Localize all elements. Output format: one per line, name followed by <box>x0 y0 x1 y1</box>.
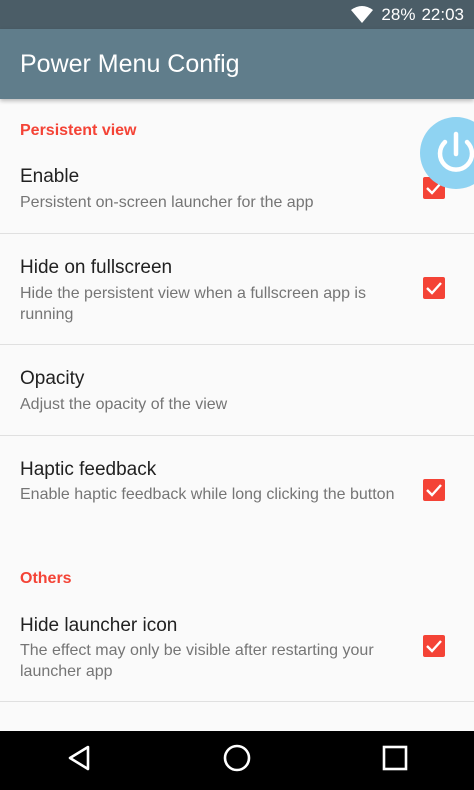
pref-summary: Adjust the opacity of the view <box>20 396 228 413</box>
hide-launcher-icon-checkbox[interactable] <box>423 635 445 657</box>
clock: 22:03 <box>421 4 464 24</box>
category-others: Others <box>20 570 72 587</box>
floating-power-button[interactable] <box>420 117 474 189</box>
recents-button[interactable] <box>365 731 425 790</box>
pref-title: Haptic feedback <box>20 459 157 480</box>
status-bar: 28% 22:03 <box>0 0 474 29</box>
navigation-bar <box>0 731 474 790</box>
haptic-feedback-checkbox[interactable] <box>423 479 445 501</box>
page-title: Power Menu Config <box>20 49 240 78</box>
back-icon <box>65 744 93 777</box>
settings-list[interactable]: Persistent view Enable Persistent on-scr… <box>0 99 474 731</box>
home-icon <box>222 743 252 778</box>
app-bar: Power Menu Config <box>0 29 474 99</box>
pref-hide-on-fullscreen[interactable]: Hide on fullscreen Hide the persistent v… <box>0 234 474 344</box>
pref-haptic-feedback[interactable]: Haptic feedback Enable haptic feedback w… <box>0 436 474 546</box>
pref-summary: Persistent on-screen launcher for the ap… <box>20 194 314 211</box>
divider <box>0 701 474 702</box>
home-button[interactable] <box>207 731 267 790</box>
power-icon <box>420 131 474 193</box>
pref-summary: Enable haptic feedback while long clicki… <box>20 486 395 503</box>
category-persistent-view: Persistent view <box>20 122 137 139</box>
pref-title: Hide on fullscreen <box>20 257 173 278</box>
pref-hide-launcher-icon[interactable]: Hide launcher icon The effect may only b… <box>0 595 474 701</box>
pref-title: Hide launcher icon <box>20 615 178 636</box>
recents-icon <box>382 745 408 776</box>
pref-title: Opacity <box>20 368 85 389</box>
wifi-icon <box>351 5 374 24</box>
hide-on-fullscreen-checkbox[interactable] <box>423 277 445 299</box>
pref-title: Enable <box>20 166 80 187</box>
battery-level: 28% <box>381 4 416 24</box>
pref-enable[interactable]: Enable Persistent on-screen launcher for… <box>0 151 474 233</box>
pref-summary: Hide the persistent view when a fullscre… <box>20 285 366 323</box>
pref-summary: The effect may only be visible after res… <box>20 642 374 680</box>
back-button[interactable] <box>49 731 109 790</box>
pref-opacity[interactable]: Opacity Adjust the opacity of the view <box>0 345 474 435</box>
